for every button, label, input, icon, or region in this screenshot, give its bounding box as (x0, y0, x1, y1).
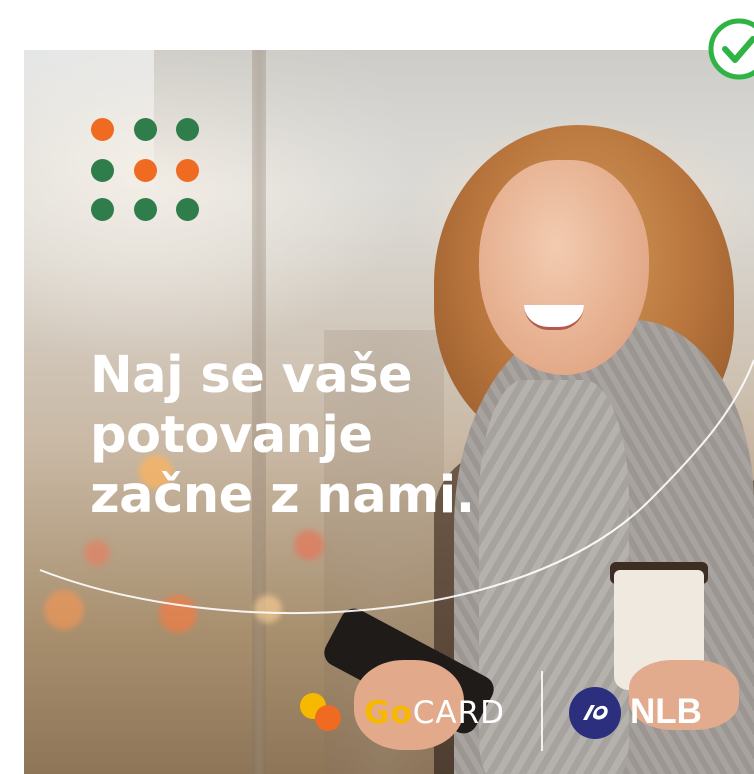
gocard-wordmark: GoCARD (364, 695, 505, 731)
bokeh-light (159, 595, 197, 633)
brand-dot (91, 198, 114, 221)
check-circle-icon (708, 18, 754, 80)
gocard-go: Go (364, 695, 413, 731)
brand-dot (176, 118, 199, 141)
headline-line: potovanje (90, 406, 373, 465)
brand-dot (91, 118, 114, 141)
logo-divider (541, 671, 543, 751)
woman-face (479, 160, 649, 375)
gocard-card: CARD (412, 695, 506, 731)
partner-logos: GoCARD NLB (298, 665, 718, 755)
gocard-logo-icon (300, 693, 341, 731)
headline-line: Naj se vaše (90, 346, 413, 405)
brand-dot (176, 159, 199, 182)
brand-dot (134, 118, 157, 141)
brand-dot (134, 159, 157, 182)
brand-dot (176, 198, 199, 221)
headline: Naj se vaše potovanje začne z nami. (90, 346, 560, 526)
nlb-logo-icon (569, 687, 621, 739)
brand-dot (91, 159, 114, 182)
bokeh-light (44, 590, 84, 630)
brand-dot-grid (91, 118, 201, 228)
brand-dot (134, 198, 157, 221)
bokeh-light (254, 595, 282, 623)
headline-line: začne z nami. (90, 466, 475, 525)
bokeh-light (294, 530, 324, 560)
bokeh-light (84, 540, 110, 566)
nlb-wordmark: NLB (630, 692, 702, 731)
